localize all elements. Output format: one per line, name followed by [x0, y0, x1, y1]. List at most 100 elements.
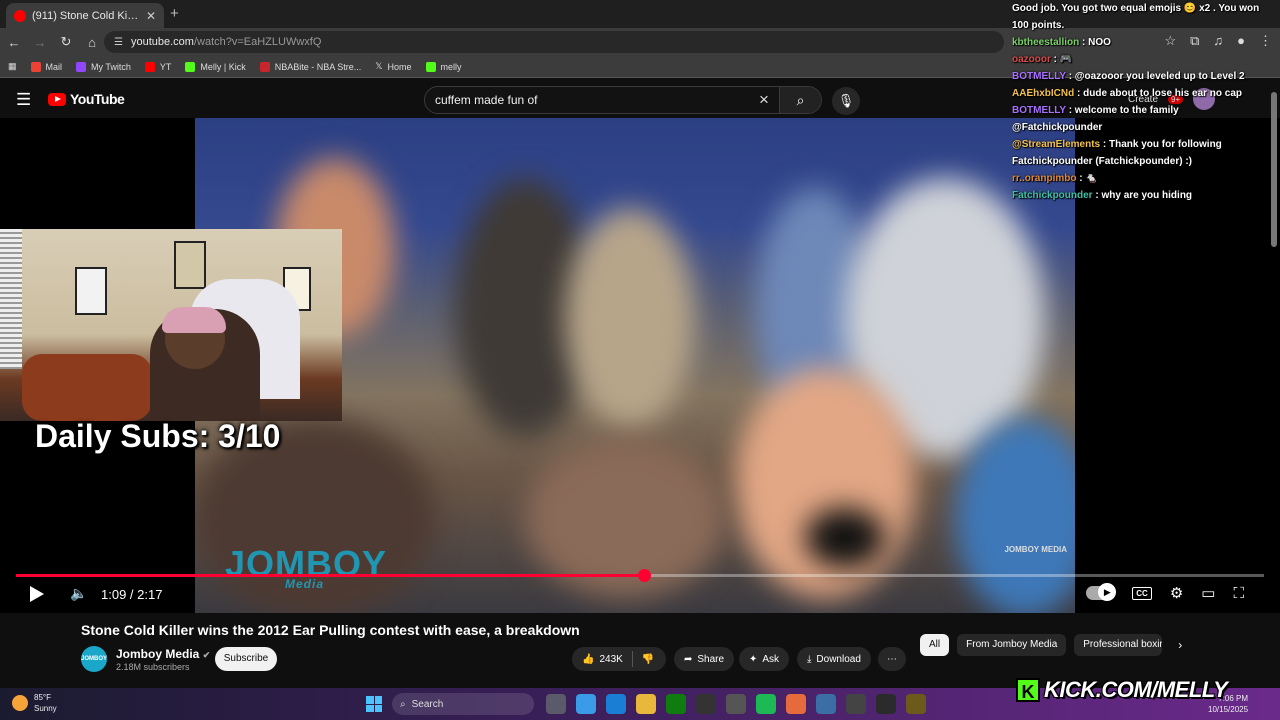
- chat-text: @Fatchickpounder: [1012, 122, 1103, 133]
- search-button[interactable]: ⌕: [779, 87, 821, 113]
- chat-username[interactable]: oazooor: [1012, 54, 1051, 65]
- bookmark-x-home[interactable]: 𝕏 Home: [375, 61, 411, 72]
- back-icon[interactable]: ←: [2, 35, 26, 50]
- search-box[interactable]: cuffem made fun of × ⌕: [424, 86, 822, 114]
- youtube-logo[interactable]: YouTube: [48, 91, 125, 107]
- bookmark-label: My Twitch: [91, 61, 131, 72]
- youtube-icon: [144, 61, 155, 72]
- bookmark-nbabite[interactable]: NBABite - NBA Stre...: [259, 61, 362, 72]
- x-logo-icon: 𝕏: [375, 61, 383, 71]
- guide-menu-icon[interactable]: ☰: [16, 90, 31, 110]
- browser-tab[interactable]: (911) Stone Cold Killer wins the ✕: [6, 3, 164, 28]
- dislike-icon[interactable]: 👎: [642, 654, 654, 665]
- media-player-icon[interactable]: [846, 694, 866, 714]
- chrome-icon[interactable]: [786, 694, 806, 714]
- bookmark-label: YT: [159, 61, 172, 72]
- download-button[interactable]: ⤓ Download: [797, 647, 871, 671]
- chat-username[interactable]: AAEhxbICNd: [1012, 88, 1074, 99]
- chat-username[interactable]: kbtheestallion: [1012, 37, 1079, 48]
- progress-bar[interactable]: [16, 569, 1264, 582]
- channel-avatar[interactable]: JOMBOY: [81, 646, 107, 672]
- ask-button[interactable]: ✦ Ask: [739, 647, 790, 671]
- url-path: /watch?v=EaHZLUWwxfQ: [193, 36, 322, 48]
- subscribe-button[interactable]: Subscribe: [215, 647, 277, 671]
- home-icon[interactable]: ⌂: [80, 35, 104, 50]
- site-info-icon[interactable]: ☰: [114, 37, 123, 48]
- chat-message: rr..oranpimbo : 🐁: [1012, 170, 1274, 187]
- like-count[interactable]: 243K: [599, 654, 622, 665]
- bookmark-yt[interactable]: YT: [144, 61, 172, 72]
- like-icon[interactable]: 👍: [582, 654, 594, 665]
- bookmark-twitch[interactable]: My Twitch: [76, 61, 131, 72]
- chip-from-channel[interactable]: From Jomboy Media: [957, 634, 1067, 656]
- forward-icon[interactable]: →: [28, 35, 52, 50]
- voice-search-icon[interactable]: 🎙: [832, 87, 860, 115]
- spotify-icon[interactable]: [756, 694, 776, 714]
- more-icon: ⋯: [887, 653, 897, 665]
- chat-username[interactable]: rr..oranpimbo: [1012, 173, 1076, 184]
- chat-text: : dude about to lose his ear no cap: [1077, 88, 1243, 99]
- chat-username[interactable]: BOTMELLY: [1012, 105, 1066, 116]
- xbox-icon[interactable]: [666, 694, 686, 714]
- app-icon[interactable]: [906, 694, 926, 714]
- channel-name[interactable]: Jomboy Media ✔: [116, 647, 210, 661]
- more-actions-button[interactable]: ⋯: [878, 647, 906, 671]
- chat-text: : why are you hiding: [1095, 190, 1193, 201]
- reload-icon[interactable]: ↻: [54, 34, 78, 50]
- fullscreen-icon[interactable]: ⛶: [1233, 585, 1244, 602]
- bookmark-mail[interactable]: Mail: [30, 61, 62, 72]
- logo-text: YouTube: [70, 91, 125, 107]
- bookmark-kick[interactable]: Melly | Kick: [185, 61, 246, 72]
- bookmark-melly[interactable]: melly: [425, 61, 462, 72]
- kick-icon: [425, 61, 436, 72]
- autoplay-toggle[interactable]: [1086, 583, 1117, 601]
- search-input[interactable]: cuffem made fun of: [435, 93, 749, 107]
- taskbar-search[interactable]: ⌕ Search: [392, 693, 534, 715]
- github-icon[interactable]: [696, 694, 716, 714]
- chat-message: @Fatchickpounder: [1012, 119, 1274, 136]
- new-tab-icon[interactable]: +: [170, 5, 179, 22]
- bookmark-label: NBABite - NBA Stre...: [274, 61, 362, 72]
- time-display: 1:09 / 2:17: [101, 587, 163, 602]
- download-icon: ⤓: [807, 653, 812, 665]
- photos-icon[interactable]: [816, 694, 836, 714]
- chat-message: kbtheestallion : NOO: [1012, 34, 1274, 51]
- chevron-right-icon[interactable]: ›: [1178, 638, 1182, 652]
- theater-mode-icon[interactable]: ▭: [1201, 584, 1215, 602]
- download-label: Download: [816, 653, 861, 665]
- chat-text: : @oazooor you leveled up to Level 2: [1068, 71, 1245, 82]
- address-url: youtube.com/watch?v=EaHZLUWwxfQ: [131, 36, 321, 48]
- search-icon: ⌕: [400, 698, 406, 710]
- copilot-icon[interactable]: [576, 694, 596, 714]
- weather-widget[interactable]: 85°F Sunny: [12, 692, 57, 714]
- chip-all[interactable]: All: [920, 634, 950, 656]
- chat-message: 100 points.: [1012, 17, 1274, 34]
- task-view-icon[interactable]: [546, 694, 566, 714]
- chat-message: Good job. You got two equal emojis 😊 x2 …: [1012, 0, 1274, 17]
- scrubber-handle[interactable]: [637, 569, 651, 582]
- bookmark-label: Melly | Kick: [200, 61, 246, 72]
- chat-username[interactable]: BOTMELLY: [1012, 71, 1066, 82]
- play-button[interactable]: [30, 586, 44, 602]
- settings-gear-icon[interactable]: ⚙: [1170, 584, 1183, 602]
- close-tab-icon[interactable]: ✕: [146, 9, 156, 23]
- verified-icon: ✔: [202, 650, 211, 660]
- chat-username[interactable]: Fatchickpounder: [1012, 190, 1093, 201]
- share-label: Share: [697, 653, 725, 665]
- share-button[interactable]: ➦ Share: [674, 647, 735, 671]
- chip-professional-boxing[interactable]: Professional boxing: [1074, 634, 1163, 656]
- captions-icon[interactable]: CC: [1132, 586, 1152, 600]
- channel-watermark[interactable]: JOMBOY MEDIA: [1004, 545, 1067, 554]
- tab-title: (911) Stone Cold Killer wins the: [32, 9, 140, 22]
- store-icon[interactable]: [726, 694, 746, 714]
- start-button[interactable]: [366, 696, 382, 712]
- clear-search-icon[interactable]: ×: [749, 90, 779, 110]
- edge-icon[interactable]: [606, 694, 626, 714]
- app-icon[interactable]: [876, 694, 896, 714]
- chat-username[interactable]: @StreamElements: [1012, 139, 1100, 150]
- file-explorer-icon[interactable]: [636, 694, 656, 714]
- address-bar[interactable]: ☰ youtube.com/watch?v=EaHZLUWwxfQ: [104, 31, 1004, 53]
- streamer-hat: [162, 307, 226, 333]
- volume-icon[interactable]: 🔈: [70, 585, 87, 602]
- apps-grid-icon[interactable]: ▦: [8, 61, 17, 72]
